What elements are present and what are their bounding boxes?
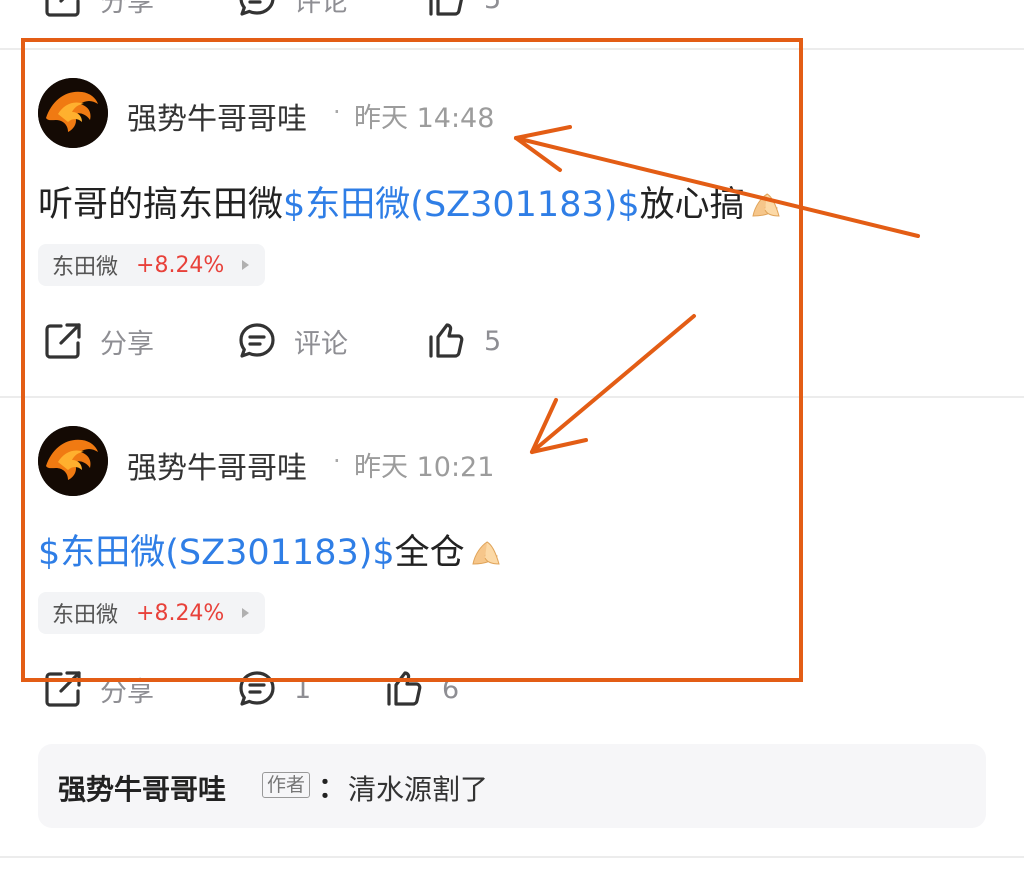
chevron-right-icon xyxy=(242,260,250,270)
reply-colon: ： xyxy=(318,771,347,804)
username[interactable]: 强势牛哥哥哇 xyxy=(127,443,307,487)
divider xyxy=(0,48,1024,50)
stock-name: 东田微 xyxy=(52,603,119,628)
avatar[interactable] xyxy=(38,78,108,148)
separator-dot: · xyxy=(333,98,341,126)
stock-link[interactable]: $东田微(SZ301183)$ xyxy=(283,185,640,225)
comment-button[interactable]: 1 xyxy=(236,668,311,710)
like-count: 6 xyxy=(442,673,460,705)
comment-icon xyxy=(236,668,278,710)
like-count: 5 xyxy=(484,0,501,15)
post-content: $东田微(SZ301183)$全仓 xyxy=(38,524,503,575)
reply-username[interactable]: 强势牛哥哥哇 xyxy=(58,768,226,808)
username[interactable]: 强势牛哥哥哇 xyxy=(127,94,307,138)
divider xyxy=(0,856,1024,858)
like-count: 5 xyxy=(484,325,502,357)
stock-change: +8.24% xyxy=(136,600,225,626)
author-badge: 作者 xyxy=(262,772,311,798)
top-share-button[interactable]: 分享 xyxy=(42,0,154,20)
thumbs-up-icon xyxy=(426,0,468,20)
thumbs-up-icon xyxy=(426,320,468,362)
comment-label: 评论 xyxy=(294,0,348,18)
top-comment-button[interactable]: 评论 xyxy=(236,0,348,20)
share-button[interactable]: 分享 xyxy=(42,320,154,362)
stock-chip[interactable]: 东田微 +8.24% xyxy=(38,244,266,286)
chevron-right-icon xyxy=(242,608,250,618)
share-label: 分享 xyxy=(100,0,154,18)
separator-dot: · xyxy=(333,447,341,475)
share-icon xyxy=(42,0,84,20)
comment-count: 1 xyxy=(294,673,312,705)
comment-label: 评论 xyxy=(294,328,348,360)
post-content: 听哥的搞东田微$东田微(SZ301183)$放心搞 xyxy=(38,176,783,227)
comment-icon xyxy=(236,320,278,362)
like-button[interactable]: 6 xyxy=(384,668,459,710)
content-text: 听哥的搞东田微 xyxy=(38,185,284,225)
share-icon xyxy=(42,668,84,710)
divider xyxy=(0,396,1024,398)
stock-chip[interactable]: 东田微 +8.24% xyxy=(38,592,266,634)
comment-icon xyxy=(236,0,278,20)
content-text: 放心搞 xyxy=(639,185,745,225)
share-label: 分享 xyxy=(100,676,154,708)
top-like-button[interactable]: 5 xyxy=(426,0,501,20)
folded-hands-emoji xyxy=(749,189,783,219)
folded-hands-emoji xyxy=(469,537,503,567)
avatar[interactable] xyxy=(38,426,108,496)
content-text: 全仓 xyxy=(394,533,465,573)
arrow-annotation xyxy=(530,314,696,454)
stock-change: +8.24% xyxy=(136,252,225,278)
share-icon xyxy=(42,320,84,362)
stock-link[interactable]: $东田微(SZ301183)$ xyxy=(38,533,395,573)
reply-box[interactable]: 强势牛哥哥哇 作者 ： 清水源割了 xyxy=(38,744,986,828)
share-button[interactable]: 分享 xyxy=(42,668,154,710)
stock-name: 东田微 xyxy=(52,255,119,280)
share-label: 分享 xyxy=(100,328,154,360)
reply-text: 清水源割了 xyxy=(348,773,489,806)
comment-button[interactable]: 评论 xyxy=(236,320,348,362)
post-time: 昨天 10:21 xyxy=(354,452,495,483)
like-button[interactable]: 5 xyxy=(426,320,501,362)
post-time: 昨天 14:48 xyxy=(354,103,495,134)
thumbs-up-icon xyxy=(384,668,426,710)
